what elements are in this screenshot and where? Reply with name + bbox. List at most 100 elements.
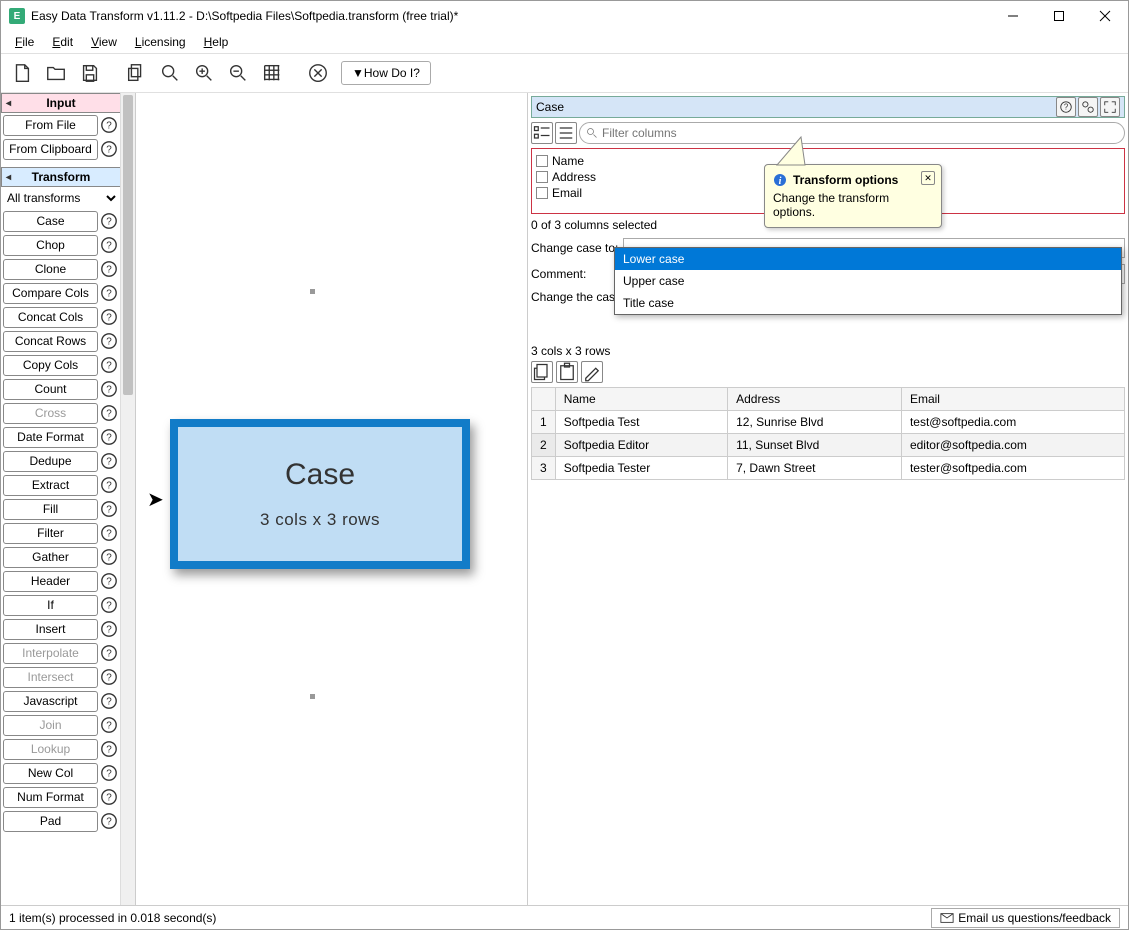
- transform-num-format-button[interactable]: Num Format: [3, 787, 98, 808]
- svg-text:?: ?: [106, 433, 112, 444]
- transform-header-button[interactable]: Header: [3, 571, 98, 592]
- table-cell: 12, Sunrise Blvd: [728, 411, 902, 434]
- transform-if-button[interactable]: If: [3, 595, 98, 616]
- transform-insert-button[interactable]: Insert: [3, 619, 98, 640]
- zoom-icon[interactable]: [155, 58, 185, 88]
- transform-fill-button[interactable]: Fill: [3, 499, 98, 520]
- paste-icon[interactable]: [556, 361, 578, 383]
- filter-columns-input[interactable]: [579, 122, 1125, 144]
- transform-count-button[interactable]: Count: [3, 379, 98, 400]
- help-icon[interactable]: ?: [99, 787, 119, 807]
- transform-case-button[interactable]: Case: [3, 211, 98, 232]
- transform-new-col-button[interactable]: New Col: [3, 763, 98, 784]
- transform-javascript-button[interactable]: Javascript: [3, 691, 98, 712]
- menu-view[interactable]: View: [83, 33, 125, 51]
- help-icon[interactable]: ?: [99, 475, 119, 495]
- expand-icon[interactable]: [1100, 97, 1120, 117]
- help-icon[interactable]: ?: [99, 307, 119, 327]
- transform-copy-cols-button[interactable]: Copy Cols: [3, 355, 98, 376]
- dropdown-option[interactable]: Lower case: [615, 248, 1121, 270]
- transform-filter-button[interactable]: Filter: [3, 523, 98, 544]
- help-icon[interactable]: ?: [99, 115, 119, 135]
- menu-licensing[interactable]: Licensing: [127, 33, 194, 51]
- how-do-i-button[interactable]: ▼How Do I?: [341, 61, 431, 85]
- help-icon[interactable]: ?: [99, 139, 119, 159]
- transform-extract-button[interactable]: Extract: [3, 475, 98, 496]
- list-icon[interactable]: [555, 122, 577, 144]
- arrow-icon: ➤: [147, 487, 164, 512]
- help-icon[interactable]: ?: [99, 211, 119, 231]
- dropdown-option[interactable]: Title case: [615, 292, 1121, 314]
- help-icon[interactable]: ?: [99, 403, 119, 423]
- transform-date-format-button[interactable]: Date Format: [3, 427, 98, 448]
- scrollbar[interactable]: [120, 93, 135, 905]
- transform-compare-cols-button[interactable]: Compare Cols: [3, 283, 98, 304]
- grid-icon[interactable]: [257, 58, 287, 88]
- help-icon[interactable]: ?: [99, 451, 119, 471]
- feedback-button[interactable]: Email us questions/feedback: [931, 908, 1120, 928]
- help-icon[interactable]: ?: [99, 379, 119, 399]
- help-icon[interactable]: ?: [99, 499, 119, 519]
- help-icon[interactable]: ?: [99, 571, 119, 591]
- help-icon[interactable]: ?: [99, 547, 119, 567]
- open-folder-icon[interactable]: [41, 58, 71, 88]
- help-icon[interactable]: ?: [99, 739, 119, 759]
- close-button[interactable]: [1082, 1, 1128, 31]
- transform-concat-rows-button[interactable]: Concat Rows: [3, 331, 98, 352]
- settings-icon[interactable]: [1078, 97, 1098, 117]
- table-header[interactable]: Email: [901, 388, 1124, 411]
- transform-clone-button[interactable]: Clone: [3, 259, 98, 280]
- list-checked-icon[interactable]: [531, 122, 553, 144]
- table-header[interactable]: Name: [555, 388, 727, 411]
- help-icon[interactable]: ?: [99, 811, 119, 831]
- table-header[interactable]: Address: [728, 388, 902, 411]
- help-icon[interactable]: ?: [99, 691, 119, 711]
- help-icon[interactable]: ?: [99, 619, 119, 639]
- help-icon[interactable]: ?: [99, 355, 119, 375]
- help-icon[interactable]: ?: [99, 523, 119, 543]
- minimize-button[interactable]: [990, 1, 1036, 31]
- help-icon[interactable]: ?: [1056, 97, 1076, 117]
- menu-edit[interactable]: Edit: [44, 33, 81, 51]
- svg-text:i: i: [779, 176, 782, 187]
- case-node[interactable]: Case 3 cols x 3 rows: [170, 419, 470, 569]
- from-clipboard-button[interactable]: From Clipboard: [3, 139, 98, 160]
- cancel-circle-icon[interactable]: [303, 58, 333, 88]
- canvas[interactable]: ➤ Case 3 cols x 3 rows: [136, 93, 528, 905]
- help-icon[interactable]: ?: [99, 667, 119, 687]
- help-icon[interactable]: ?: [99, 259, 119, 279]
- help-icon[interactable]: ?: [99, 427, 119, 447]
- zoom-in-icon[interactable]: [189, 58, 219, 88]
- help-icon[interactable]: ?: [99, 763, 119, 783]
- menu-file[interactable]: File: [7, 33, 42, 51]
- help-icon[interactable]: ?: [99, 331, 119, 351]
- copy-icon[interactable]: [531, 361, 553, 383]
- help-icon[interactable]: ?: [99, 643, 119, 663]
- from-file-button[interactable]: From File: [3, 115, 98, 136]
- dropdown-option[interactable]: Upper case: [615, 270, 1121, 292]
- tooltip-close-icon[interactable]: ✕: [921, 171, 935, 185]
- transform-filter-dropdown[interactable]: All transforms: [3, 190, 119, 206]
- svg-text:?: ?: [106, 769, 112, 780]
- transform-gather-button[interactable]: Gather: [3, 547, 98, 568]
- transform-intersect-button: Intersect: [3, 667, 98, 688]
- maximize-button[interactable]: [1036, 1, 1082, 31]
- copy-icon[interactable]: [121, 58, 151, 88]
- svg-text:?: ?: [106, 649, 112, 660]
- help-icon[interactable]: ?: [99, 715, 119, 735]
- transform-chop-button[interactable]: Chop: [3, 235, 98, 256]
- transform-dedupe-button[interactable]: Dedupe: [3, 451, 98, 472]
- help-icon[interactable]: ?: [99, 283, 119, 303]
- save-icon[interactable]: [75, 58, 105, 88]
- help-icon[interactable]: ?: [99, 595, 119, 615]
- new-file-icon[interactable]: [7, 58, 37, 88]
- transform-concat-cols-button[interactable]: Concat Cols: [3, 307, 98, 328]
- transform-pad-button[interactable]: Pad: [3, 811, 98, 832]
- help-icon[interactable]: ?: [99, 235, 119, 255]
- menu-help[interactable]: Help: [196, 33, 237, 51]
- transform-section-header[interactable]: Transform: [1, 167, 121, 187]
- zoom-out-icon[interactable]: [223, 58, 253, 88]
- edit-icon[interactable]: [581, 361, 603, 383]
- app-icon: E: [9, 8, 25, 24]
- input-section-header[interactable]: Input: [1, 93, 121, 113]
